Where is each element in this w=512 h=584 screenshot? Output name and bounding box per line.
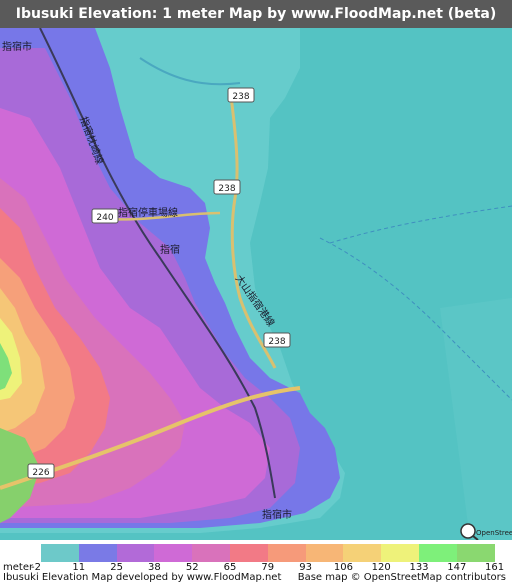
legend-swatch: [229, 544, 268, 562]
place-label-city: 指宿市: [2, 40, 32, 53]
map-title: Ibusuki Elevation: 1 meter Map by www.Fl…: [0, 0, 512, 28]
route-shield-238-south: 238: [263, 332, 291, 348]
svg-text:226: 226: [32, 468, 49, 478]
svg-text:238: 238: [218, 184, 235, 194]
footer-right: Base map © OpenStreetMap contributors: [297, 572, 506, 583]
legend-swatch: [192, 544, 230, 562]
legend-swatch: [381, 544, 419, 562]
footer-credits: Ibusuki Elevation Map developed by www.F…: [0, 572, 512, 584]
route-shield-238-mid: 238: [213, 179, 241, 195]
legend-swatch: [116, 544, 155, 562]
legend-swatch: [305, 544, 344, 562]
svg-text:OpenStreetMap: OpenStreetMap: [476, 529, 512, 537]
legend-swatch: [78, 544, 117, 562]
svg-text:238: 238: [268, 337, 285, 347]
map-canvas[interactable]: 指宿市 指宿 指宿停車場線 指宿枕崎線 大山指宿港線 指宿市 238 238 2…: [0, 28, 512, 540]
svg-text:238: 238: [232, 92, 249, 102]
place-label-city-2: 指宿市: [262, 508, 292, 521]
legend-swatch: [456, 544, 495, 562]
legend-swatch: [418, 544, 457, 562]
svg-text:240: 240: [96, 213, 113, 223]
legend-swatch: [267, 544, 306, 562]
legend-swatch: [343, 544, 382, 562]
elevation-map[interactable]: 指宿市 指宿 指宿停車場線 指宿枕崎線 大山指宿港線 指宿市 238 238 2…: [0, 28, 512, 540]
route-shield-240: 240: [91, 208, 119, 224]
legend-color-bar: [41, 544, 495, 562]
place-label-station: 指宿: [160, 243, 180, 256]
elevation-legend: meter -2 11 25 38 52 65 79 93 106 120 133 147 161 Ib…: [0, 540, 512, 584]
footer-left: Ibusuki Elevation Map developed by www.F…: [3, 572, 282, 583]
road-label-station-line: 指宿停車場線: [118, 206, 178, 219]
route-shield-226: 226: [27, 463, 55, 479]
legend-swatch: [41, 544, 79, 562]
route-shield-238-north: 238: [227, 87, 255, 103]
legend-swatch: [154, 544, 193, 562]
